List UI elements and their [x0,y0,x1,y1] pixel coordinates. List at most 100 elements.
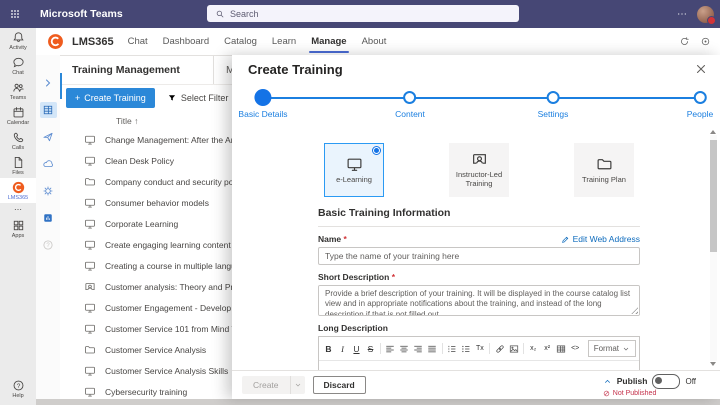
editor-toolbar: B I U S Tx x₂ x² <> Format [319,337,639,361]
active-nav-indicator [60,73,62,99]
section-title: Basic Training Information [318,203,640,227]
step-dot [254,89,272,106]
search-input[interactable]: Search [207,5,519,22]
insert-table-button[interactable] [555,342,568,355]
expand-nav-button[interactable] [40,75,57,91]
edit-web-address-link[interactable]: Edit Web Address [561,234,640,244]
align-left-button[interactable] [384,342,397,355]
scrollbar-track[interactable] [709,135,717,361]
scrollbar-thumb[interactable] [709,140,717,252]
create-training-button[interactable]: + Create Training [66,88,155,108]
tab-manage[interactable]: Manage [309,28,349,55]
bold-button[interactable]: B [322,342,335,355]
training-title: Customer Service Analysis [105,344,207,355]
image-button[interactable] [507,342,520,355]
monitor-icon [84,260,96,272]
target-icon[interactable] [700,36,711,47]
tab-catalog[interactable]: Catalog [224,28,257,55]
tab-chat[interactable]: Chat [128,28,148,55]
scroll-down-arrow[interactable] [710,362,716,366]
card-elearning[interactable]: e-Learning [324,143,384,197]
format-dropdown[interactable]: Format [587,340,636,357]
lms365-app-bar: LMS365 Chat Dashboard Catalog Learn Mana… [36,28,720,56]
strikethrough-button[interactable]: S [364,342,377,355]
toolbar-separator [380,343,381,354]
select-filter-button[interactable]: Select Filter [167,93,243,103]
link-button[interactable] [493,342,506,355]
short-description-input[interactable] [318,285,640,316]
create-options-button[interactable] [289,376,305,394]
modal-scrollbar[interactable] [709,129,717,367]
italic-button[interactable]: I [336,342,349,355]
rail-item-apps[interactable]: Apps [0,216,36,241]
close-icon[interactable] [694,62,708,76]
source-button[interactable]: <> [569,342,582,355]
people-icon [12,81,25,94]
publish-toggle[interactable] [652,373,681,389]
name-input[interactable] [318,247,640,265]
sort-ascending-icon: ↑ [134,116,139,126]
modal-footer: Create Discard Publish Off Not Published [232,370,720,399]
step-content[interactable]: Content [395,84,425,119]
rail-more-icon[interactable]: ⋯ [14,203,22,216]
tab-about[interactable]: About [362,28,387,55]
bulleted-list-button[interactable] [459,342,472,355]
training-title: Cybersecurity training [105,386,188,397]
rail-item-lms365[interactable]: LMS365 [0,178,36,203]
basic-info-form: Basic Training Information Name * Edit W… [318,203,640,398]
nav-settings[interactable] [40,183,57,199]
align-justify-button[interactable] [426,342,439,355]
avatar[interactable] [697,5,716,25]
nav-cloud[interactable] [40,156,57,172]
step-people[interactable]: People [687,84,713,119]
align-right-button[interactable] [412,342,425,355]
subscript-button[interactable]: x₂ [527,342,540,355]
chevron-up-icon[interactable] [603,377,612,386]
create-button[interactable]: Create [242,376,290,394]
numbered-list-button[interactable] [445,342,458,355]
rail-item-calls[interactable]: Calls [0,128,36,153]
card-training-plan[interactable]: Training Plan [574,143,634,197]
training-title: Customer Service Analysis Skills [105,365,229,376]
nav-training-management[interactable] [39,102,57,118]
numbered-list-icon [447,344,457,354]
publish-status: Not Published [603,390,656,397]
monitor-icon [84,386,96,398]
rail-item-chat[interactable]: Chat [0,53,36,78]
underline-button[interactable]: U [350,342,363,355]
monitor-icon [84,155,96,167]
training-title: Consumer behavior models [105,197,209,208]
tab-training-management[interactable]: Training Management [60,55,214,84]
apps-icon [12,219,25,232]
step-settings[interactable]: Settings [538,84,568,119]
rail-item-files[interactable]: Files [0,153,36,178]
nav-info[interactable] [40,237,57,253]
discard-button[interactable]: Discard [312,376,366,394]
create-training-modal: Create Training Basic Details Content Se… [232,55,720,399]
gear-icon [42,185,54,197]
long-description-label: Long Description [318,323,388,333]
nav-course-creator[interactable] [40,129,57,145]
monitor-icon [84,239,96,251]
waffle-menu-icon[interactable] [0,0,30,28]
rail-item-teams[interactable]: Teams [0,78,36,103]
scroll-up-arrow[interactable] [710,130,716,134]
rail-item-help[interactable]: Help [0,376,36,401]
card-instructor-led[interactable]: Instructor-Led Training [449,143,509,197]
tab-learn[interactable]: Learn [272,28,296,55]
rail-item-activity[interactable]: Activity [0,28,36,53]
refresh-icon[interactable] [679,36,690,47]
nav-app[interactable] [40,210,57,226]
superscript-button[interactable]: x² [541,342,554,355]
step-basic-details[interactable]: Basic Details [238,84,288,119]
teams-rail: Activity Chat Teams Calendar Calls Files… [0,28,36,405]
chevron-down-icon [294,381,302,389]
more-options-icon[interactable]: ⋯ [677,9,688,20]
rail-item-calendar[interactable]: Calendar [0,103,36,128]
tab-dashboard[interactable]: Dashboard [163,28,209,55]
remove-format-button[interactable]: Tx [473,342,486,355]
step-dot [403,91,417,104]
publish-label: Publish [616,376,648,386]
align-left-icon [385,344,395,354]
align-center-button[interactable] [398,342,411,355]
